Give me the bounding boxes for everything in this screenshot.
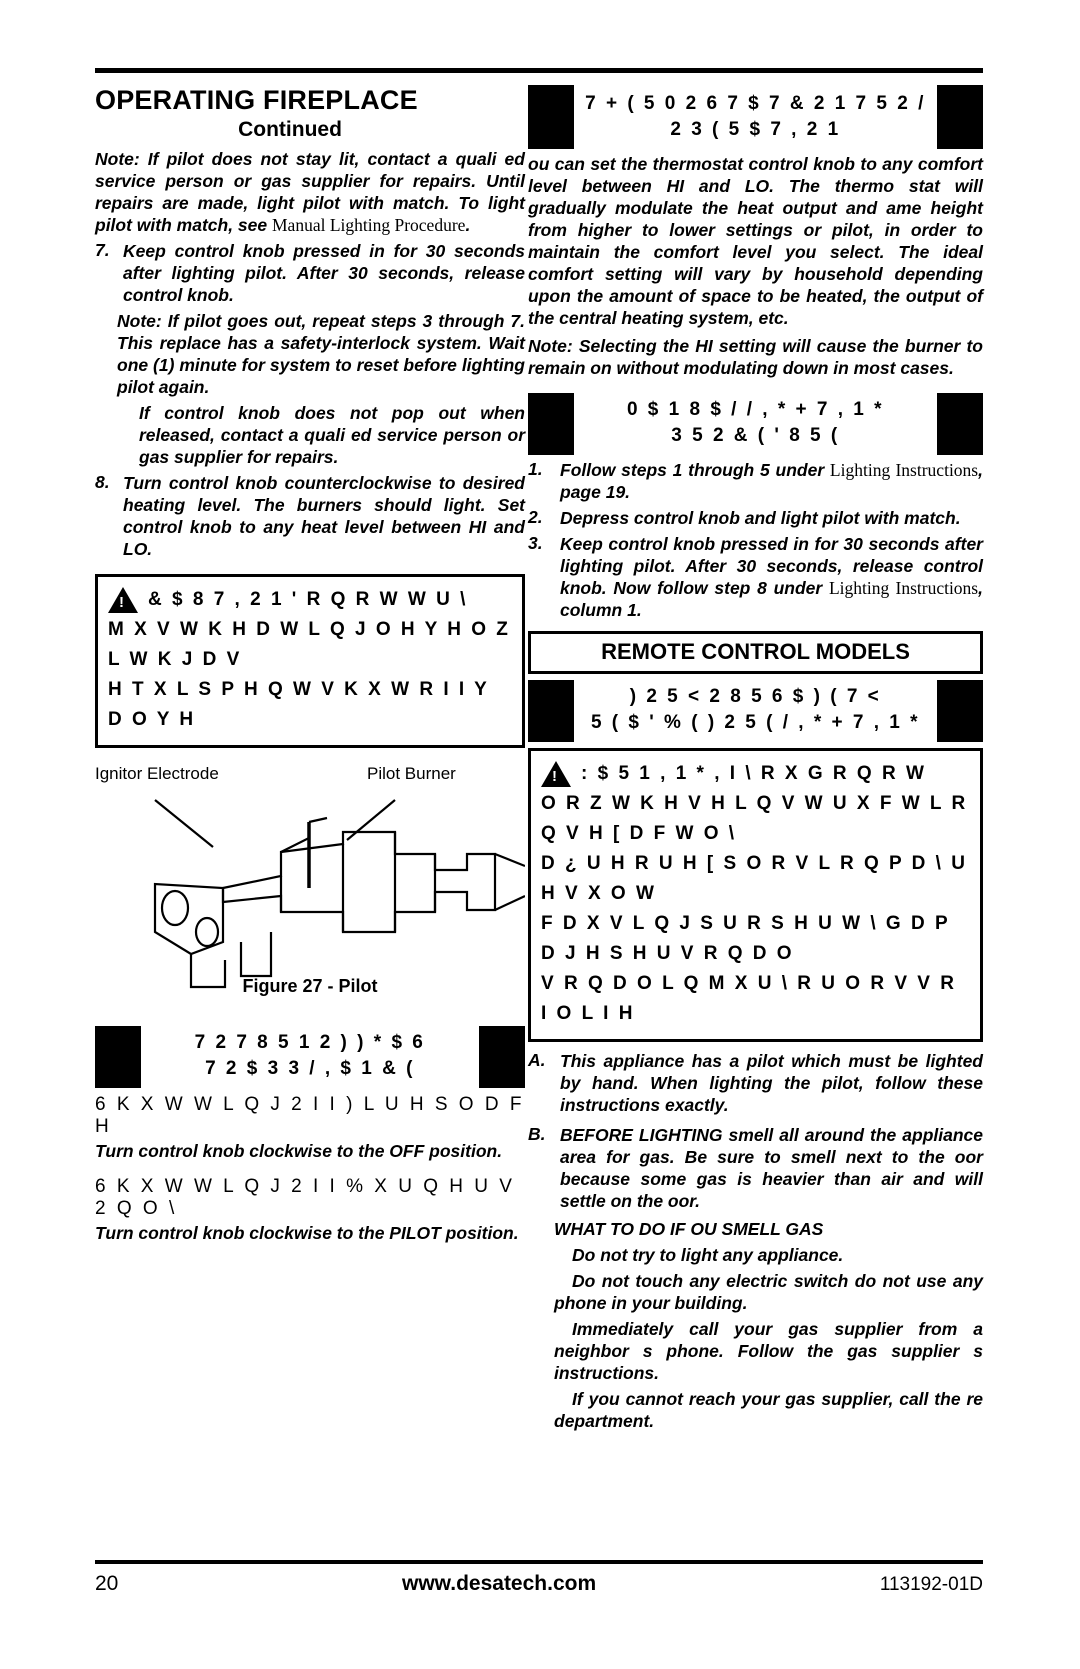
thermostat-heading-band: 7 + ( 5 0 2 6 7 $ 7 & 2 1 7 5 2 / 2 3 ( … bbox=[528, 85, 983, 149]
manual-lighting-heading-line-1: 0 $ 1 8 $ / / , * + 7 , 1 * bbox=[626, 399, 885, 420]
pilot-assembly-drawing bbox=[153, 799, 525, 989]
thermostat-heading-line-1: 7 + ( 5 0 2 6 7 $ 7 & 2 1 7 5 2 / bbox=[585, 93, 926, 114]
left-column: OPERATING FIREPLACE Continued Note: If p… bbox=[95, 85, 525, 1244]
safety-bullet-3: Immediately call your gas supplier from … bbox=[554, 1319, 983, 1383]
warning-line-2: O R Z W K H V H L Q V W U X F W L R Q V … bbox=[541, 793, 968, 844]
shutting-off-burners-sub: 6 K X W W L Q J 2 I I % X U Q H U V 2 Q … bbox=[95, 1176, 515, 1219]
manual-step-2: 2. Depress control knob and light pilot … bbox=[528, 507, 961, 528]
warning-line-5: V R Q D O L Q M X U \ R U O R V V R I O … bbox=[541, 973, 957, 1024]
manual-lighting-heading-band: 0 $ 1 8 $ / / , * + 7 , 1 * 3 5 2 & ( ' … bbox=[528, 393, 983, 455]
thermostat-note: Note: Selecting the HI setting will caus… bbox=[528, 336, 983, 378]
caution-line-1: & $ 8 7 , 2 1 ' R Q R W W U \ bbox=[148, 589, 468, 610]
note-pilot-goes-out: Note: If pilot goes out, repeat steps 3 … bbox=[117, 311, 525, 397]
safety-bullet-1: Do not try to light any appliance. bbox=[572, 1245, 844, 1265]
page-number: 20 bbox=[95, 1572, 119, 1595]
note-pilot-not-lit: Note: If pilot does not stay lit, contac… bbox=[95, 149, 525, 235]
shutting-off-burners-text: Turn control knob clockwise to the PILOT… bbox=[95, 1223, 519, 1243]
shutoff-heading-band: 7 2 7 8 5 1 2 ) ) * $ 6 7 2 $ 3 3 / , $ … bbox=[95, 1026, 525, 1088]
warning-line-3: D ¿ U H R U H [ S O R V L R Q P D \ U H … bbox=[541, 853, 968, 904]
redaction-block-left bbox=[528, 680, 574, 742]
top-rule bbox=[95, 68, 983, 73]
safety-item-a: A. This appliance has a pilot which must… bbox=[528, 1050, 983, 1115]
document-page: OPERATING FIREPLACE Continued Note: If p… bbox=[0, 0, 1080, 1669]
figure-label-pilot-burner: Pilot Burner bbox=[367, 764, 456, 783]
warning-triangle-icon bbox=[108, 587, 138, 613]
caution-line-2: M X V W K H D W L Q J O H Y H O Z L W K … bbox=[108, 619, 511, 670]
what-to-do-heading: WHAT TO DO IF OU SMELL GAS bbox=[554, 1219, 824, 1239]
safety-bullet-2: Do not touch any electric switch do not … bbox=[554, 1271, 983, 1313]
remote-control-models-box: REMOTE CONTROL MODELS bbox=[528, 631, 983, 674]
warning-triangle-icon bbox=[541, 761, 571, 787]
safety-item-b: B. BEFORE LIGHTING smell all around the … bbox=[528, 1124, 983, 1211]
manual-step-1: 1. Follow steps 1 through 5 under Lighti… bbox=[528, 459, 983, 502]
warning-line-1: : $ 5 1 , 1 * , I \ R X G R Q R W bbox=[581, 763, 927, 784]
safety-heading-line-2: 5 ( $ ' % ( ) 2 5 ( / , * + 7 , 1 * bbox=[590, 712, 921, 733]
redaction-block-right bbox=[937, 85, 983, 149]
manual-lighting-heading-line-2: 3 5 2 & ( ' 8 5 ( bbox=[671, 425, 840, 446]
redaction-block-left bbox=[95, 1026, 141, 1088]
caution-box: & $ 8 7 , 2 1 ' R Q R W W U \ M X V W K … bbox=[95, 574, 525, 748]
shutting-off-fireplace-text: Turn control knob clockwise to the OFF p… bbox=[95, 1141, 503, 1161]
safety-heading-line-1: ) 2 5 < 2 8 5 6 $ ) ( 7 < bbox=[629, 686, 882, 707]
document-code: 113192-01D bbox=[879, 1574, 983, 1595]
website-url: www.desatech.com bbox=[402, 1572, 597, 1595]
warning-line-4: F D X V L Q J S U R S H U W \ G D P D J … bbox=[541, 913, 950, 964]
warning-box: : $ 5 1 , 1 * , I \ R X G R Q R W O R Z … bbox=[528, 748, 983, 1042]
safety-bullet-4: If you cannot reach your gas supplier, c… bbox=[554, 1389, 983, 1431]
page-title: OPERATING FIREPLACE bbox=[95, 85, 418, 115]
manual-step-3: 3. Keep control knob pressed in for 30 s… bbox=[528, 533, 983, 620]
thermostat-body-text: ou can set the thermostat control knob t… bbox=[528, 154, 983, 328]
redaction-block-right bbox=[937, 393, 983, 455]
note-knob-pop-out: If control knob does not pop out when re… bbox=[139, 403, 525, 467]
bottom-rule bbox=[95, 1560, 983, 1564]
safety-heading-band: ) 2 5 < 2 8 5 6 $ ) ( 7 < 5 ( $ ' % ( ) … bbox=[528, 680, 983, 742]
step-7: 7. Keep control knob pressed in for 30 s… bbox=[95, 240, 525, 305]
step-8: 8. Turn control knob counterclockwise to… bbox=[95, 472, 525, 559]
page-footer: 20 www.desatech.com 113192-01D bbox=[95, 1572, 983, 1596]
right-column: 7 + ( 5 0 2 6 7 $ 7 & 2 1 7 5 2 / 2 3 ( … bbox=[528, 85, 983, 1432]
figure-pilot-assembly: Ignitor Electrode Pilot Burner Figure 27… bbox=[95, 764, 525, 1004]
redaction-block-right bbox=[937, 680, 983, 742]
figure-label-ignitor-electrode: Ignitor Electrode bbox=[95, 764, 219, 783]
redaction-block-left bbox=[528, 85, 574, 149]
shutting-off-fireplace-sub: 6 K X W W L Q J 2 I I ) L U H S O D F H bbox=[95, 1094, 525, 1137]
caution-line-3: H T X L S P H Q W V K X W R I I Y D O Y … bbox=[108, 679, 489, 730]
shutoff-heading-line-1: 7 2 7 8 5 1 2 ) ) * $ 6 bbox=[194, 1032, 426, 1053]
redaction-block-left bbox=[528, 393, 574, 455]
page-subtitle: Continued bbox=[238, 118, 342, 141]
thermostat-heading-line-2: 2 3 ( 5 $ 7 , 2 1 bbox=[670, 119, 841, 140]
shutoff-heading-line-2: 7 2 $ 3 3 / , $ 1 & ( bbox=[205, 1058, 415, 1079]
redaction-block-right bbox=[479, 1026, 525, 1088]
figure-caption: Figure 27 - Pilot bbox=[242, 976, 378, 996]
